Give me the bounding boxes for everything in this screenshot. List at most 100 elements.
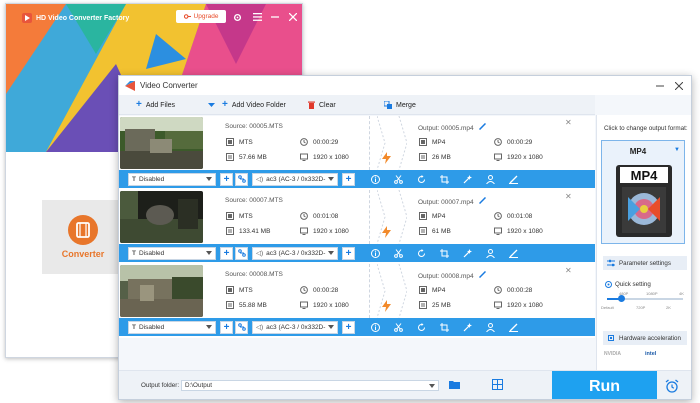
- source-format: MTS: [225, 138, 253, 146]
- toolbar: + Add Files + Add Video Folder Clear Mer…: [119, 95, 595, 115]
- converter-label: Converter: [61, 249, 105, 259]
- output-duration: 00:00:28: [493, 286, 532, 294]
- subtitle-edit-icon[interactable]: [235, 246, 248, 260]
- audio-track-select[interactable]: ◁) ac3 (AC-3 / 0x332D-: [252, 172, 338, 186]
- edit-pencil-icon[interactable]: [505, 247, 521, 260]
- clear-button[interactable]: Clear: [308, 98, 336, 112]
- video-thumbnail[interactable]: [120, 265, 203, 317]
- source-duration: 00:01:08: [299, 212, 338, 220]
- merge-button[interactable]: Merge: [384, 98, 416, 112]
- output-format-selector[interactable]: MP4 ▼ MP4: [601, 140, 685, 244]
- source-resolution: 1920 x 1080: [299, 227, 349, 235]
- video-thumbnail[interactable]: [120, 191, 203, 243]
- edit-pencil-icon[interactable]: [479, 123, 487, 130]
- audio-track-select[interactable]: ◁) ac3 (AC-3 / 0x332D-: [252, 320, 338, 334]
- format-icon: [418, 212, 427, 220]
- alarm-clock-icon[interactable]: [665, 379, 679, 393]
- quality-slider-thumb[interactable]: [618, 295, 625, 302]
- effects-wand-icon[interactable]: [459, 321, 475, 334]
- rotate-icon[interactable]: [413, 321, 429, 334]
- output-settings-icon[interactable]: [492, 379, 503, 390]
- source-size-value: 133.41 MB: [239, 227, 271, 235]
- subtitle-select[interactable]: T Disabled: [128, 172, 216, 186]
- output-format-value: MP4: [432, 212, 446, 220]
- add-files-button[interactable]: + Add Files: [136, 98, 175, 112]
- source-format-value: MTS: [239, 286, 253, 294]
- add-audio-button[interactable]: +: [342, 320, 355, 334]
- resolution-icon: [299, 153, 308, 161]
- clock-icon: [493, 286, 502, 294]
- back-window-title: HD Video Converter Factory: [22, 13, 129, 23]
- subtitle-select[interactable]: T Disabled: [128, 246, 216, 260]
- chevron-down-icon: [328, 177, 334, 181]
- folder-icon[interactable]: [449, 380, 460, 389]
- info-icon[interactable]: [367, 321, 383, 334]
- chevron-down-icon: [328, 251, 334, 255]
- close-icon[interactable]: [287, 11, 299, 23]
- upgrade-button[interactable]: Upgrade: [176, 10, 226, 23]
- speaker-icon: ◁): [256, 176, 264, 183]
- crop-icon[interactable]: [436, 321, 452, 334]
- add-subtitle-button[interactable]: +: [220, 320, 233, 334]
- chip-icon: [608, 335, 614, 341]
- output-filename: Output: 00005.mp4: [418, 123, 487, 132]
- edit-pencil-icon[interactable]: [479, 197, 487, 204]
- file-row[interactable]: Source: 00005.MTS MTS 00:00:29 57.66 MB …: [119, 116, 595, 190]
- parameter-settings-button[interactable]: Parameter settings: [603, 256, 687, 270]
- edit-pencil-icon[interactable]: [505, 321, 521, 334]
- cut-scissors-icon[interactable]: [390, 173, 406, 186]
- output-folder-input[interactable]: D:\Output: [181, 380, 439, 391]
- watermark-person-icon[interactable]: [482, 247, 498, 260]
- hardware-acceleration-button[interactable]: Hardware acceleration: [603, 331, 687, 345]
- minimize-icon[interactable]: [653, 79, 667, 93]
- remove-file-close-icon[interactable]: ✕: [565, 266, 572, 275]
- watermark-person-icon[interactable]: [482, 173, 498, 186]
- watermark-person-icon[interactable]: [482, 321, 498, 334]
- file-size-icon: [225, 153, 234, 161]
- add-video-folder-button[interactable]: + Add Video Folder: [222, 98, 286, 112]
- add-files-dropdown[interactable]: [208, 98, 215, 112]
- settings-gear-icon[interactable]: [231, 11, 243, 23]
- output-format-value: MP4: [432, 138, 446, 146]
- close-icon[interactable]: [672, 79, 686, 93]
- output-size-value: 25 MB: [432, 301, 451, 309]
- run-button[interactable]: Run: [552, 371, 657, 399]
- edit-pencil-icon[interactable]: [505, 173, 521, 186]
- video-thumbnail[interactable]: [120, 117, 203, 169]
- effects-wand-icon[interactable]: [459, 173, 475, 186]
- remove-file-close-icon[interactable]: ✕: [565, 192, 572, 201]
- info-icon[interactable]: [367, 173, 383, 186]
- output-folder-value: D:\Output: [185, 382, 212, 389]
- subtitle-select[interactable]: T Disabled: [128, 320, 216, 334]
- rotate-icon[interactable]: [413, 247, 429, 260]
- add-audio-button[interactable]: +: [342, 172, 355, 186]
- file-edit-bar: T Disabled + ◁) ac3 (AC-3 / 0x332D- +: [119, 244, 595, 262]
- rotate-icon[interactable]: [413, 173, 429, 186]
- menu-list-icon[interactable]: [251, 11, 263, 23]
- audio-track-select[interactable]: ◁) ac3 (AC-3 / 0x332D-: [252, 246, 338, 260]
- converter-tile[interactable]: Converter: [42, 200, 124, 274]
- info-icon[interactable]: [367, 247, 383, 260]
- subtitle-edit-icon[interactable]: [235, 172, 248, 186]
- selected-format-label: MP4: [629, 147, 647, 156]
- effects-wand-icon[interactable]: [459, 247, 475, 260]
- remove-file-close-icon[interactable]: ✕: [565, 118, 572, 127]
- add-subtitle-button[interactable]: +: [220, 172, 233, 186]
- subtitle-edit-icon[interactable]: [235, 320, 248, 334]
- crop-icon[interactable]: [436, 247, 452, 260]
- file-row[interactable]: Source: 00007.MTS MTS 00:01:08 133.41 MB…: [119, 190, 595, 264]
- file-row[interactable]: Source: 00008.MTS MTS 00:00:28 55.88 MB …: [119, 264, 595, 338]
- add-audio-button[interactable]: +: [342, 246, 355, 260]
- cut-scissors-icon[interactable]: [390, 247, 406, 260]
- edit-pencil-icon[interactable]: [479, 271, 487, 278]
- output-filename: Output: 00007.mp4: [418, 197, 487, 206]
- add-subtitle-button[interactable]: +: [220, 246, 233, 260]
- output-size: 25 MB: [418, 301, 451, 309]
- cut-scissors-icon[interactable]: [390, 321, 406, 334]
- audio-track-value: ac3 (AC-3 / 0x332D-: [266, 175, 326, 183]
- intel-logo: intel: [645, 351, 657, 357]
- minimize-icon[interactable]: [269, 11, 281, 23]
- output-format-value: MP4: [432, 286, 446, 294]
- crop-icon[interactable]: [436, 173, 452, 186]
- lightning-icon: [382, 300, 391, 312]
